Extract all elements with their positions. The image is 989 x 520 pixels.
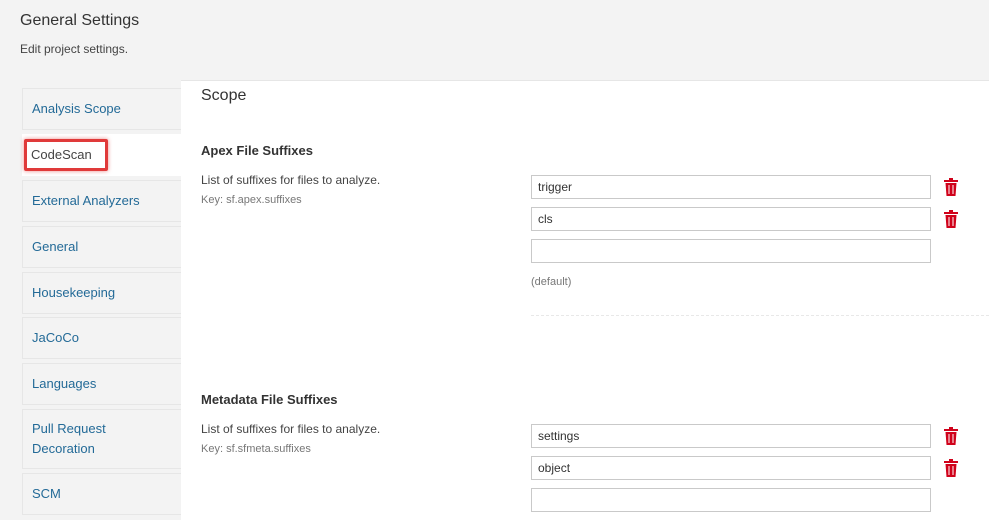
trash-icon[interactable] [943,426,959,446]
metadata-suffix-input-new[interactable] [531,488,931,512]
sidebar-item-label: General [32,239,79,254]
setting-key-apex: Key: sf.apex.suffixes [201,194,302,206]
sidebar-item-label: Languages [32,376,97,391]
default-note: (default) [531,276,572,288]
page-subtitle: Edit project settings. [20,42,129,56]
apex-suffix-input-1[interactable] [531,175,931,199]
metadata-suffix-input-2[interactable] [531,456,931,480]
sidebar-item-scm[interactable]: SCM [22,473,181,515]
setting-title-apex: Apex File Suffixes [201,143,313,158]
trash-icon[interactable] [943,458,959,478]
apex-suffix-input-new[interactable] [531,239,931,263]
sidebar-item-label: Housekeeping [32,285,116,300]
divider [531,315,989,316]
setting-description-metadata: List of suffixes for files to analyze. [201,422,381,436]
sidebar-item-pull-request-decoration[interactable]: Pull Request Decoration [22,409,181,469]
sidebar-item-label-codescan: CodeScan [31,147,92,162]
settings-main: Scope Apex File Suffixes List of suffixe… [181,80,989,520]
trash-icon[interactable] [943,209,959,229]
sidebar-item-housekeeping[interactable]: Housekeeping [22,272,181,314]
sidebar-item-general[interactable]: General [22,226,181,268]
metadata-suffix-input-1[interactable] [531,424,931,448]
sidebar-item-label: SCM [32,486,61,501]
setting-description-apex: List of suffixes for files to analyze. [201,173,381,187]
trash-icon[interactable] [943,177,959,197]
page-header: General Settings Edit project settings. [0,0,989,80]
sidebar-item-languages[interactable]: Languages [22,363,181,405]
sidebar-item-label: External Analyzers [32,193,140,208]
section-title: Scope [201,87,247,104]
sidebar-item-label: Pull Request Decoration [32,421,106,456]
setting-title-metadata: Metadata File Suffixes [201,392,338,407]
sidebar-item-jacoco[interactable]: JaCoCo [22,317,181,359]
sidebar-item-label: Analysis Scope [32,101,121,116]
apex-suffix-input-2[interactable] [531,207,931,231]
sidebar-item-external-analyzers[interactable]: External Analyzers [22,180,181,222]
sidebar-item-analysis-scope[interactable]: Analysis Scope [22,88,181,130]
sidebar-item-label: JaCoCo [32,330,79,345]
setting-key-metadata: Key: sf.sfmeta.suffixes [201,443,311,455]
page-title: General Settings [20,12,140,29]
